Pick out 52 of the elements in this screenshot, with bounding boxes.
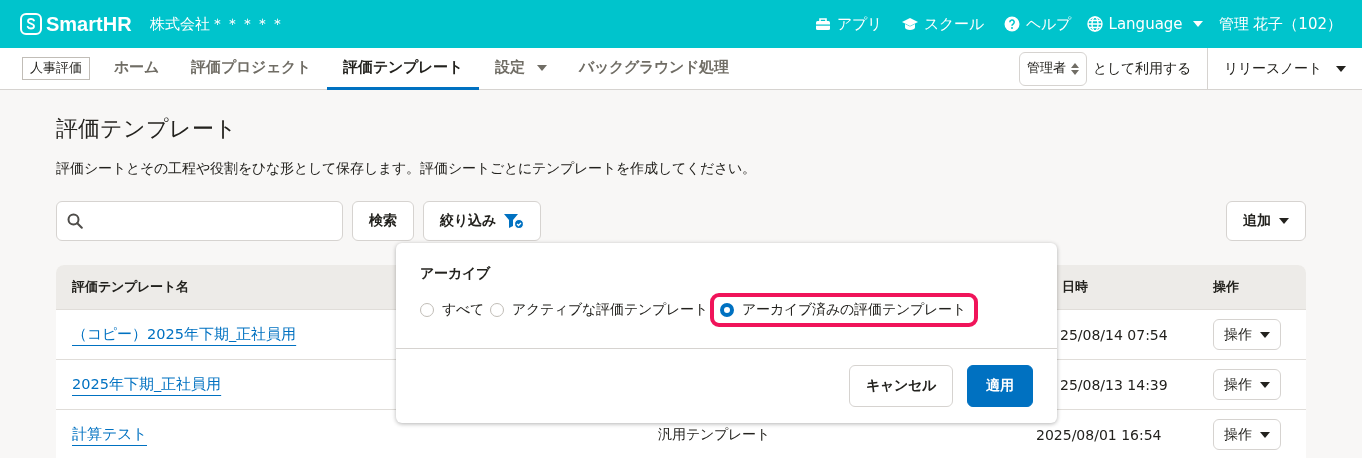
search-button[interactable]: 検索 xyxy=(352,201,414,241)
radio-button[interactable] xyxy=(490,303,504,317)
caret-icon xyxy=(1336,65,1346,72)
role-label: として利用する xyxy=(1093,48,1208,89)
filter-button[interactable]: 絞り込み xyxy=(423,201,541,241)
apply-button[interactable]: 適用 xyxy=(967,365,1033,407)
template-link[interactable]: 2025年下期_正社員用 xyxy=(72,376,222,392)
nav-tab[interactable]: 評価テンプレート xyxy=(327,48,479,90)
table-cell: 汎用テンプレート xyxy=(658,425,770,442)
template-link[interactable]: 計算テスト xyxy=(72,426,147,442)
radio-option[interactable]: アクティブな評価テンプレート xyxy=(488,297,710,323)
caret-icon xyxy=(1260,331,1270,338)
app-label: 人事評価 xyxy=(22,57,90,80)
table-cell: 25/08/13 14:39 xyxy=(1060,376,1168,393)
role-select[interactable]: 管理者 xyxy=(1019,51,1087,86)
radio-button[interactable] xyxy=(720,303,734,317)
column-header: 日時 xyxy=(1062,279,1088,294)
nav-tab[interactable]: 設定 xyxy=(479,48,563,90)
action-button[interactable]: 操作 xyxy=(1213,369,1281,400)
toolbox-icon xyxy=(814,16,831,32)
search-field[interactable] xyxy=(56,201,343,241)
company-name: 株式会社＊＊＊＊＊ xyxy=(149,14,285,34)
caret-icon xyxy=(1260,431,1270,438)
radio-option[interactable]: すべて xyxy=(418,297,486,323)
logo-icon xyxy=(20,13,42,35)
template-link[interactable]: （コピー）2025年下期_正社員用 xyxy=(72,326,297,342)
globe-icon xyxy=(1086,16,1103,32)
nav-tab[interactable]: バックグラウンド処理 xyxy=(563,48,745,90)
page-title: 評価テンプレート xyxy=(56,115,238,143)
caret-icon xyxy=(1192,21,1203,27)
nav-tab[interactable]: 評価プロジェクト xyxy=(175,48,327,90)
radio-option[interactable]: アーカイブ済みの評価テンプレート xyxy=(710,293,978,327)
caret-icon xyxy=(1279,218,1289,224)
sort-icon xyxy=(1071,62,1079,75)
action-button[interactable]: 操作 xyxy=(1213,419,1281,450)
caret-icon xyxy=(1260,381,1270,388)
table-cell: 25/08/14 07:54 xyxy=(1060,326,1168,343)
table-cell: 2025/08/01 16:54 xyxy=(1036,426,1162,443)
action-button[interactable]: 操作 xyxy=(1213,319,1281,350)
page-description: 評価シートとその工程や役割をひな形として保存します。評価シートごとにテンプレートを作成してください。 xyxy=(56,160,757,178)
column-header: 評価テンプレート名 xyxy=(72,279,189,294)
add-button[interactable]: 追加 xyxy=(1226,201,1306,241)
nav-tab[interactable]: ホーム xyxy=(98,48,175,90)
cancel-button[interactable]: キャンセル xyxy=(849,365,953,407)
radio-button[interactable] xyxy=(420,303,434,317)
popover-title: アーカイブ xyxy=(420,265,492,283)
release-notes-menu[interactable]: リリースノート xyxy=(1208,59,1362,78)
column-header: 操作 xyxy=(1213,279,1239,294)
help-icon xyxy=(1003,16,1020,32)
search-icon xyxy=(67,213,83,229)
logo-text: SmartHR xyxy=(46,12,132,36)
graduation-cap-icon xyxy=(901,16,918,32)
